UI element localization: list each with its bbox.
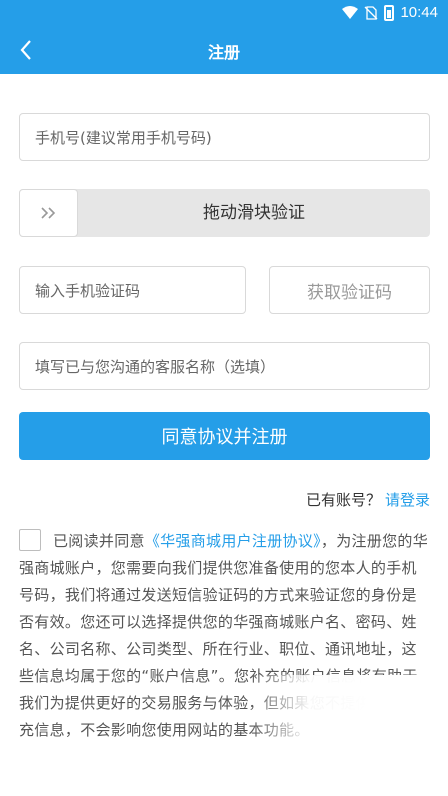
slider-handle[interactable] [19,189,78,237]
wifi-icon [342,5,359,19]
service-placeholder: 填写已与您沟通的客服名称（选填） [35,357,276,376]
phone-placeholder: 手机号(建议常用手机号码) [35,128,212,147]
slide-verify[interactable]: 拖动滑块验证 [19,189,430,237]
battery-icon [384,4,395,21]
phone-input[interactable]: 手机号(建议常用手机号码) [19,113,430,161]
status-bar: 10:44 [0,0,448,26]
nav-bar: 注册 [0,26,448,74]
status-time: 10:44 [400,4,438,21]
register-button[interactable]: 同意协议并注册 [19,412,430,460]
no-sim-icon [364,5,378,20]
login-prompt-text: 已有账号？ [305,491,381,509]
slider-label: 拖动滑块验证 [203,203,305,223]
service-name-input[interactable]: 填写已与您沟通的客服名称（选填） [19,342,430,390]
agree-checkbox[interactable] [19,529,41,551]
login-prompt: 已有账号？ 请登录 [306,489,430,510]
login-link[interactable]: 请登录 [385,491,430,509]
double-chevron-right-icon [40,207,55,219]
agreement-link[interactable]: 《华强商城用户注册协议》 [145,532,321,550]
agreement-prefix: 已阅读并同意 [53,532,145,550]
code-placeholder: 输入手机验证码 [35,281,141,300]
get-code-button[interactable]: 获取验证码 [269,266,430,314]
fade-overlay [250,675,448,796]
verification-code-input[interactable]: 输入手机验证码 [19,266,246,314]
page-title: 注册 [207,43,240,62]
